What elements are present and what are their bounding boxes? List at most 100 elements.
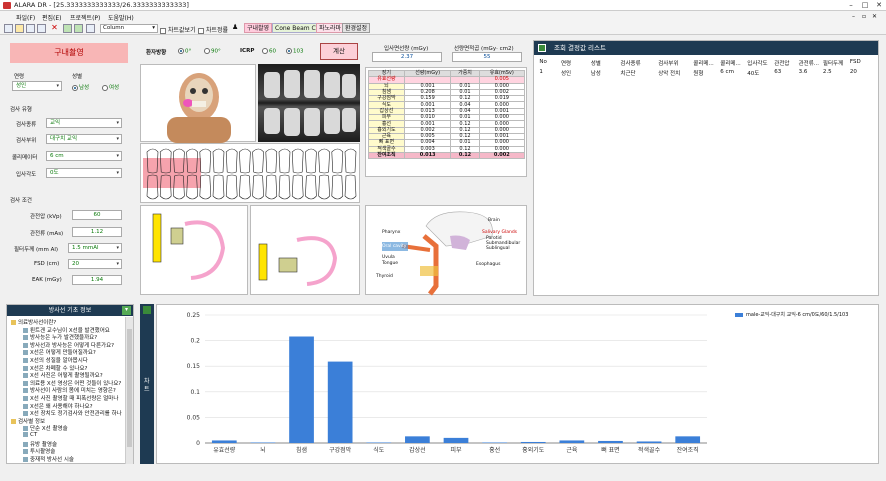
radio-dot bbox=[178, 48, 184, 54]
results-cell: 성인 bbox=[561, 71, 572, 77]
sex-female-radio[interactable]: 여성 bbox=[102, 83, 119, 91]
results-col-header[interactable]: 콜리메... bbox=[720, 59, 740, 67]
eak-output: 1.94 bbox=[72, 275, 122, 285]
export-icon[interactable] bbox=[63, 24, 72, 33]
bar[interactable] bbox=[327, 361, 353, 443]
open-icon[interactable] bbox=[15, 24, 24, 33]
collimator-select[interactable]: 6 cm bbox=[46, 151, 122, 161]
column-select[interactable]: Column ▾ bbox=[100, 24, 158, 33]
filter-select[interactable]: 1.5 mmAl bbox=[68, 243, 122, 253]
maximize-button[interactable]: □ bbox=[858, 1, 872, 9]
results-cell: 2.5 bbox=[822, 69, 832, 75]
exam-site-select[interactable]: 대구치 교익 bbox=[46, 134, 122, 144]
menu-file[interactable]: 파일(F) bbox=[16, 13, 35, 22]
table-row[interactable]: 1 성인 남성 치근단 상악 전치 원형 6 cm 40도 63 3.6 2.5 20 bbox=[534, 68, 878, 78]
icrp-103-radio[interactable]: 103 bbox=[286, 48, 304, 55]
tree-item[interactable]: 중재적 방사선 시술 bbox=[23, 455, 74, 463]
dir-0-label: 0° bbox=[185, 48, 192, 55]
delete-icon[interactable]: ✕ bbox=[50, 24, 59, 33]
exam-cond-title: 검사 조건 bbox=[10, 198, 32, 204]
scroll-thumb[interactable] bbox=[127, 329, 132, 447]
results-col-header[interactable]: 관전압 bbox=[774, 59, 789, 67]
mdi-close-button[interactable]: ✕ bbox=[872, 13, 877, 20]
tree-scrollbar[interactable] bbox=[125, 317, 133, 464]
person-icon[interactable]: ♟ bbox=[232, 24, 241, 33]
results-col-header[interactable]: No bbox=[539, 59, 546, 65]
angle-select[interactable]: 0도 bbox=[46, 168, 122, 178]
dose-chart-panel: 0 0.05 0.1 0.15 0.2 0.25 유효선량 뇌 침샘 구강점막 식도 갑상선 피부 흉선 흉… bbox=[156, 304, 879, 464]
bar[interactable] bbox=[559, 440, 585, 443]
calculate-button[interactable]: 계산 bbox=[320, 43, 358, 60]
exam-kind-select[interactable]: 교익 bbox=[46, 118, 122, 128]
results-col-header[interactable]: 필터두께 bbox=[823, 59, 843, 67]
results-col-header[interactable]: 관전류... bbox=[799, 59, 819, 67]
bar[interactable] bbox=[443, 437, 469, 443]
dap-output: 55 bbox=[452, 52, 522, 62]
new-icon[interactable] bbox=[4, 24, 13, 33]
settings-button[interactable]: 환경설정 bbox=[342, 23, 371, 33]
menu-edit[interactable]: 편집(E) bbox=[42, 13, 62, 22]
bitewing-xray-image bbox=[258, 64, 360, 142]
results-col-header[interactable]: FSD bbox=[850, 59, 861, 65]
chart-values-checkbox[interactable]: 차트값보기 bbox=[160, 25, 196, 34]
bar[interactable] bbox=[636, 441, 662, 443]
fsd-select[interactable]: 20 bbox=[68, 259, 122, 269]
female-label: 여성 bbox=[109, 85, 120, 91]
results-col-header[interactable]: 성별 bbox=[591, 59, 601, 67]
menu-project[interactable]: 프로젝트(P) bbox=[70, 13, 100, 22]
dir-90-radio[interactable]: 90° bbox=[204, 48, 221, 55]
close-button[interactable]: ✕ bbox=[872, 1, 886, 9]
kvp-input[interactable]: 60 bbox=[72, 210, 122, 220]
bar[interactable] bbox=[598, 440, 623, 443]
sensor-diagram-left bbox=[152, 213, 226, 280]
bar[interactable] bbox=[250, 442, 276, 443]
print-icon[interactable] bbox=[86, 24, 95, 33]
tree-item[interactable]: CT bbox=[23, 432, 37, 438]
mas-input[interactable]: 1.12 bbox=[72, 227, 122, 237]
results-col-header[interactable]: 검사부위 bbox=[658, 59, 678, 67]
document-icon bbox=[23, 396, 28, 401]
sex-male-radio[interactable]: 남성 bbox=[72, 83, 89, 91]
results-col-header[interactable]: 연령 bbox=[561, 59, 571, 67]
dir-90-label: 90° bbox=[211, 48, 221, 55]
window-title: ALARA DR - [25.3333333333333/26.33333333… bbox=[14, 1, 189, 9]
results-col-header[interactable]: 입사각도 bbox=[747, 59, 767, 67]
chart-side-tab[interactable]: 차트 bbox=[140, 304, 154, 464]
results-col-header[interactable]: 콜리메... bbox=[693, 59, 713, 67]
head-neck-anatomy bbox=[382, 211, 493, 296]
collapse-icon[interactable]: ▾ bbox=[122, 306, 131, 315]
bar[interactable] bbox=[482, 442, 507, 443]
bar[interactable] bbox=[520, 441, 546, 443]
results-cell: 40도 bbox=[747, 71, 760, 77]
menu-help[interactable]: 도움말(H) bbox=[108, 13, 134, 22]
minimize-button[interactable]: – bbox=[844, 1, 858, 9]
copy-icon[interactable] bbox=[37, 24, 46, 33]
sensor-position-right bbox=[250, 205, 360, 295]
y-tick-label: 0.15 bbox=[187, 363, 201, 370]
title-bar: ALARA DR - [25.3333333333333/26.33333333… bbox=[0, 0, 886, 11]
panorama-button[interactable]: 파노라마 bbox=[316, 23, 345, 33]
bar[interactable] bbox=[675, 436, 701, 443]
chart-ratio-checkbox[interactable]: 차트정률 bbox=[198, 25, 228, 34]
icrp-60-radio[interactable]: 60 bbox=[262, 48, 276, 55]
bar[interactable] bbox=[405, 436, 430, 443]
bar[interactable] bbox=[366, 442, 392, 443]
results-list-title: 조회 결정값 리스트 bbox=[554, 44, 606, 52]
results-col-header[interactable]: 검사종류 bbox=[620, 59, 640, 67]
age-select[interactable]: 성인 bbox=[12, 81, 62, 91]
mdi-restore-button[interactable]: ▫ bbox=[862, 13, 866, 20]
save-icon[interactable] bbox=[26, 24, 35, 33]
intraoral-button[interactable]: 구내촬영 bbox=[244, 23, 273, 33]
results-cell: 남성 bbox=[590, 71, 601, 77]
document-icon bbox=[23, 441, 28, 447]
chart-icon[interactable] bbox=[74, 24, 83, 33]
cbct-button[interactable]: Cone Beam CT bbox=[272, 23, 323, 33]
entrance-dose-label: 입사면선량 (mGy) bbox=[384, 46, 429, 52]
bar[interactable] bbox=[289, 336, 314, 443]
age-label: 연령 bbox=[14, 74, 25, 80]
mdi-minimize-button[interactable]: – bbox=[852, 13, 855, 20]
dir-0-radio[interactable]: 0° bbox=[178, 48, 191, 55]
tree-item-label: CT bbox=[30, 432, 38, 438]
dental-chart[interactable] bbox=[140, 143, 360, 203]
bar[interactable] bbox=[211, 440, 237, 443]
